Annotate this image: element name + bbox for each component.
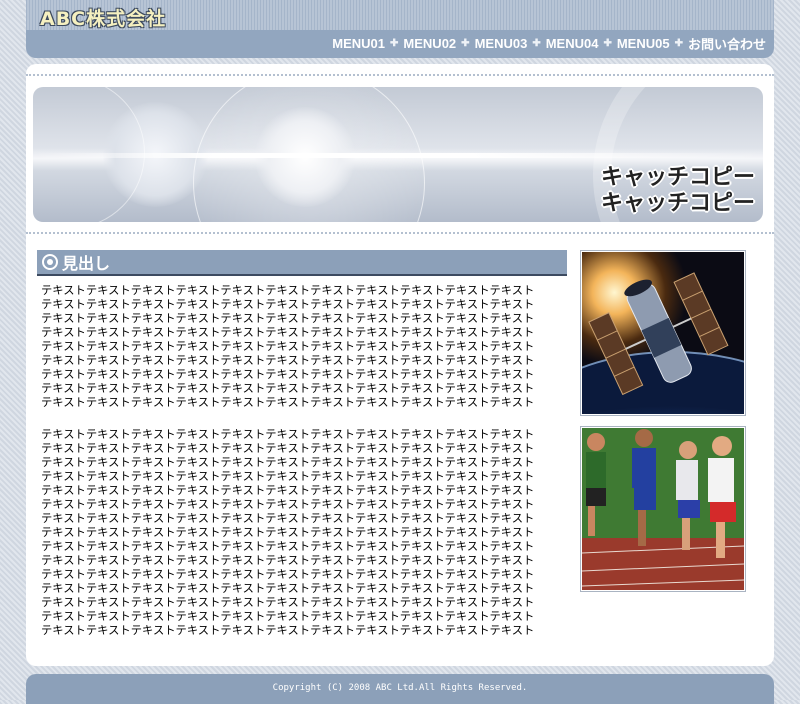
- text-line: テキストテキストテキストテキストテキストテキストテキストテキストテキストテキスト…: [41, 526, 535, 539]
- text-line: テキストテキストテキストテキストテキストテキストテキストテキストテキストテキスト…: [41, 554, 535, 567]
- plus-icon: ✚: [532, 38, 541, 49]
- text-line: テキストテキストテキストテキストテキストテキストテキストテキストテキストテキスト…: [41, 396, 535, 409]
- text-line: テキストテキストテキストテキストテキストテキストテキストテキストテキストテキスト…: [41, 298, 535, 311]
- text-line: テキストテキストテキストテキストテキストテキストテキストテキストテキストテキスト…: [41, 498, 535, 511]
- text-line: テキストテキストテキストテキストテキストテキストテキストテキストテキストテキスト…: [41, 624, 535, 637]
- nav-menu04[interactable]: MENU04: [546, 36, 599, 51]
- nav-menu05[interactable]: MENU05: [617, 36, 670, 51]
- text-line: テキストテキストテキストテキストテキストテキストテキストテキストテキストテキスト…: [41, 340, 535, 353]
- runners-photo: [580, 426, 746, 592]
- text-line: テキストテキストテキストテキストテキストテキストテキストテキストテキストテキスト…: [41, 540, 535, 553]
- dotted-divider-top: [26, 74, 774, 76]
- catch-copy-line1: キャッチコピー: [600, 165, 755, 190]
- company-logo[interactable]: ABC株式会社: [40, 4, 166, 31]
- text-line: テキストテキストテキストテキストテキストテキストテキストテキストテキストテキスト…: [41, 284, 535, 297]
- nav-contact[interactable]: お問い合わせ: [688, 34, 766, 53]
- double-circle-icon: [42, 254, 58, 270]
- main-content: キャッチコピー キャッチコピー 見出し テキストテキストテキストテキストテキスト…: [26, 64, 774, 666]
- text-line: テキストテキストテキストテキストテキストテキストテキストテキストテキストテキスト…: [41, 428, 535, 441]
- text-line: テキストテキストテキストテキストテキストテキストテキストテキストテキストテキスト…: [41, 470, 535, 483]
- banner-light-streak: [33, 153, 763, 158]
- text-paragraph-2: テキストテキストテキストテキストテキストテキストテキストテキストテキストテキスト…: [41, 428, 571, 638]
- dotted-divider-mid: [26, 232, 774, 234]
- catch-copy-line2: キャッチコピー: [600, 191, 755, 216]
- plus-icon: ✚: [390, 38, 399, 49]
- text-line: テキストテキストテキストテキストテキストテキストテキストテキストテキストテキスト…: [41, 312, 535, 325]
- text-line: テキストテキストテキストテキストテキストテキストテキストテキストテキストテキスト…: [41, 354, 535, 367]
- text-line: テキストテキストテキストテキストテキストテキストテキストテキストテキストテキスト…: [41, 326, 535, 339]
- satellite-photo: [580, 250, 746, 416]
- plus-icon: ✚: [674, 38, 683, 49]
- site-header: ABC株式会社 MENU01 ✚ MENU02 ✚ MENU03 ✚ MENU0…: [26, 0, 774, 58]
- text-line: テキストテキストテキストテキストテキストテキストテキストテキストテキストテキスト…: [41, 368, 535, 381]
- text-line: テキストテキストテキストテキストテキストテキストテキストテキストテキストテキスト…: [41, 582, 535, 595]
- text-paragraph-1: テキストテキストテキストテキストテキストテキストテキストテキストテキストテキスト…: [41, 284, 571, 410]
- nav-menu01[interactable]: MENU01: [332, 36, 385, 51]
- section-heading-title: 見出し: [62, 254, 111, 273]
- catch-copy: キャッチコピー キャッチコピー: [601, 165, 755, 217]
- text-line: テキストテキストテキストテキストテキストテキストテキストテキストテキストテキスト…: [41, 512, 535, 525]
- nav-menu02[interactable]: MENU02: [403, 36, 456, 51]
- global-nav: MENU01 ✚ MENU02 ✚ MENU03 ✚ MENU04 ✚ MENU…: [332, 34, 766, 53]
- plus-icon: ✚: [603, 38, 612, 49]
- text-line: テキストテキストテキストテキストテキストテキストテキストテキストテキストテキスト…: [41, 382, 535, 395]
- nav-menu03[interactable]: MENU03: [475, 36, 528, 51]
- text-line: テキストテキストテキストテキストテキストテキストテキストテキストテキストテキスト…: [41, 442, 535, 455]
- text-line: テキストテキストテキストテキストテキストテキストテキストテキストテキストテキスト…: [41, 568, 535, 581]
- copyright-text: Copyright (C) 2008 ABC Ltd.All Rights Re…: [272, 683, 528, 693]
- section-heading: 見出し: [37, 250, 567, 276]
- text-line: テキストテキストテキストテキストテキストテキストテキストテキストテキストテキスト…: [41, 610, 535, 623]
- hero-banner: キャッチコピー キャッチコピー: [33, 87, 763, 222]
- text-line: テキストテキストテキストテキストテキストテキストテキストテキストテキストテキスト…: [41, 456, 535, 469]
- text-line: テキストテキストテキストテキストテキストテキストテキストテキストテキストテキスト…: [41, 596, 535, 609]
- plus-icon: ✚: [461, 38, 470, 49]
- text-line: テキストテキストテキストテキストテキストテキストテキストテキストテキストテキスト…: [41, 484, 535, 497]
